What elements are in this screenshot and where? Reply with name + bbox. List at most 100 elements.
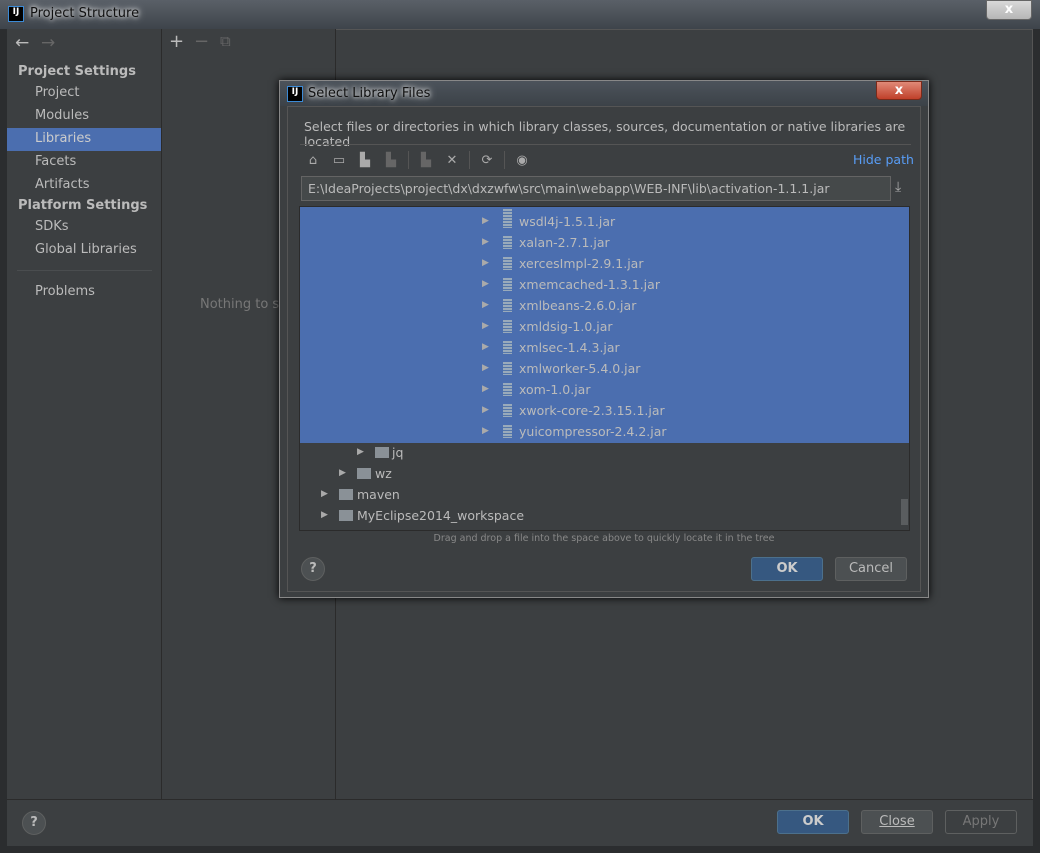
dialog-close-button[interactable]: x [876,81,922,100]
drag-drop-hint: Drag and drop a file into the space abov… [433,533,775,544]
tree-scrollbar[interactable] [901,499,908,525]
jar-file-icon [503,383,512,396]
jar-file-icon [503,215,512,228]
dialog-cancel-button[interactable]: Cancel [835,557,907,581]
dialog-ok-button[interactable]: OK [751,557,823,581]
tree-item-jar[interactable]: ▶ xmemcached-1.3.1.jar [300,274,900,295]
new-folder-icon[interactable]: ▙ [417,153,435,168]
tree-item-jar[interactable]: ▶ xalan-2.7.1.jar [300,232,900,253]
expand-arrow-icon[interactable]: ▶ [357,442,364,463]
jar-file-icon [503,299,512,312]
expand-arrow-icon[interactable]: ▶ [482,316,489,337]
sidebar-item-global-libraries[interactable]: Global Libraries [7,239,161,262]
expand-arrow-icon[interactable]: ▶ [482,253,489,274]
select-library-files-dialog: IJ Select Library Files x Select files o… [279,80,929,598]
intellij-logo-icon: IJ [287,86,303,102]
tree-item-label: maven [357,487,400,502]
sidebar-item-modules[interactable]: Modules [7,105,161,128]
platform-settings-header: Platform Settings [18,198,148,213]
tree-item-label: wsdl4j-1.5.1.jar [519,214,616,229]
sidebar-item-project[interactable]: Project [7,82,161,105]
tree-item-label: xwork-core-2.3.15.1.jar [519,403,665,418]
expand-arrow-icon[interactable]: ▶ [482,337,489,358]
sidebar-item-libraries[interactable]: Libraries [7,128,161,151]
desktop-icon[interactable]: ▭ [330,153,348,168]
tree-item-jar[interactable]: ▶ xmldsig-1.0.jar [300,316,900,337]
expand-arrow-icon[interactable]: ▶ [482,232,489,253]
expand-arrow-icon[interactable]: ▶ [482,295,489,316]
tree-item-jar[interactable]: ▶ yuicompressor-2.4.2.jar [300,421,900,442]
file-chooser-toolbar: ⌂ ▭ ▙ ▙ ▙ ✕ ⟳ ◉ [304,151,531,169]
tree-item-label: xom-1.0.jar [519,382,591,397]
apply-button[interactable]: Apply [945,810,1017,834]
project-folder-icon[interactable]: ▙ [356,153,374,168]
folder-icon [357,468,371,479]
tree-item-label: wz [375,466,392,481]
folder-icon [339,489,353,500]
tree-item-jar[interactable]: ▶ xwork-core-2.3.15.1.jar [300,400,900,421]
expand-arrow-icon[interactable]: ▶ [321,505,328,526]
tree-item-folder[interactable]: ▶ wz [300,463,900,484]
expand-arrow-icon[interactable]: ▶ [482,274,489,295]
path-input[interactable]: E:\IdeaProjects\project\dx\dxzwfw\src\ma… [301,176,891,201]
divider [17,270,152,271]
dialog-title: Select Library Files [308,86,431,101]
file-tree[interactable]: ▶ wsdl4j-1.5.1.jar ▶ xalan-2.7.1.jar ▶ xerces… [299,206,910,531]
jar-file-icon [503,341,512,354]
delete-icon[interactable]: ✕ [443,153,461,168]
folder-icon [339,510,353,521]
footer-bar: ? OK Close Apply [7,799,1033,846]
tree-item-label: xercesImpl-2.9.1.jar [519,256,644,271]
tree-item-jar[interactable]: ▶ xmlbeans-2.6.0.jar [300,295,900,316]
expand-arrow-icon[interactable]: ▶ [482,211,489,232]
tree-item-label: xmlworker-5.4.0.jar [519,361,641,376]
expand-arrow-icon[interactable]: ▶ [482,379,489,400]
sidebar-item-artifacts[interactable]: Artifacts [7,174,161,197]
expand-arrow-icon[interactable]: ▶ [482,400,489,421]
expand-arrow-icon[interactable]: ▶ [339,463,346,484]
tree-item-label: xalan-2.7.1.jar [519,235,610,250]
hide-path-link[interactable]: Hide path [853,152,914,167]
tree-item-jar[interactable]: ▶ xmlsec-1.4.3.jar [300,337,900,358]
project-settings-header: Project Settings [18,64,136,79]
tree-item-folder[interactable]: ▶ MyEclipse2014_workspace [300,505,900,526]
tree-item-folder[interactable]: ▶ jq [300,442,900,463]
sidebar-item-sdks[interactable]: SDKs [7,216,161,239]
intellij-logo-icon: IJ [8,6,24,22]
sidebar-item-facets[interactable]: Facets [7,151,161,174]
window-close-button[interactable]: x [986,0,1032,20]
copy-icon[interactable]: ⧉ [220,32,231,50]
tree-item-label: xmemcached-1.3.1.jar [519,277,660,292]
expand-arrow-icon[interactable]: ▶ [321,484,328,505]
dialog-title-bar: IJ Select Library Files x [280,81,928,106]
tree-item-label: yuicompressor-2.4.2.jar [519,424,667,439]
jar-file-icon [503,320,512,333]
expand-arrow-icon[interactable]: ▶ [482,421,489,442]
show-hidden-files-icon[interactable]: ◉ [513,153,531,168]
download-icon[interactable]: ⤓ [895,179,901,195]
tree-item-folder[interactable]: ▶ maven [300,484,900,505]
refresh-icon[interactable]: ⟳ [478,153,496,168]
folder-icon [375,447,389,458]
dialog-help-button[interactable]: ? [301,557,325,581]
tree-item-label: xmlsec-1.4.3.jar [519,340,620,355]
tree-item-jar[interactable]: ▶ xercesImpl-2.9.1.jar [300,253,900,274]
tree-item-jar[interactable]: ▶ wsdl4j-1.5.1.jar [300,211,900,232]
module-folder-icon[interactable]: ▙ [382,153,400,168]
help-button[interactable]: ? [22,811,46,835]
tree-item-label: xmldsig-1.0.jar [519,319,613,334]
sidebar-item-problems[interactable]: Problems [7,281,161,304]
add-icon[interactable]: + [169,31,184,52]
close-button[interactable]: Close [861,810,933,834]
window-title: Project Structure [30,6,140,21]
tree-item-jar[interactable]: ▶ xmlworker-5.4.0.jar [300,358,900,379]
window-title-bar: IJ Project Structure x [0,0,1040,29]
remove-icon[interactable]: − [194,31,209,52]
expand-arrow-icon[interactable]: ▶ [482,358,489,379]
back-arrow-icon[interactable]: ← [15,33,29,53]
tree-item-jar[interactable]: ▶ xom-1.0.jar [300,379,900,400]
tree-item-label: xmlbeans-2.6.0.jar [519,298,637,313]
ok-button[interactable]: OK [777,810,849,834]
home-icon[interactable]: ⌂ [304,153,322,168]
forward-arrow-icon[interactable]: → [41,33,55,53]
